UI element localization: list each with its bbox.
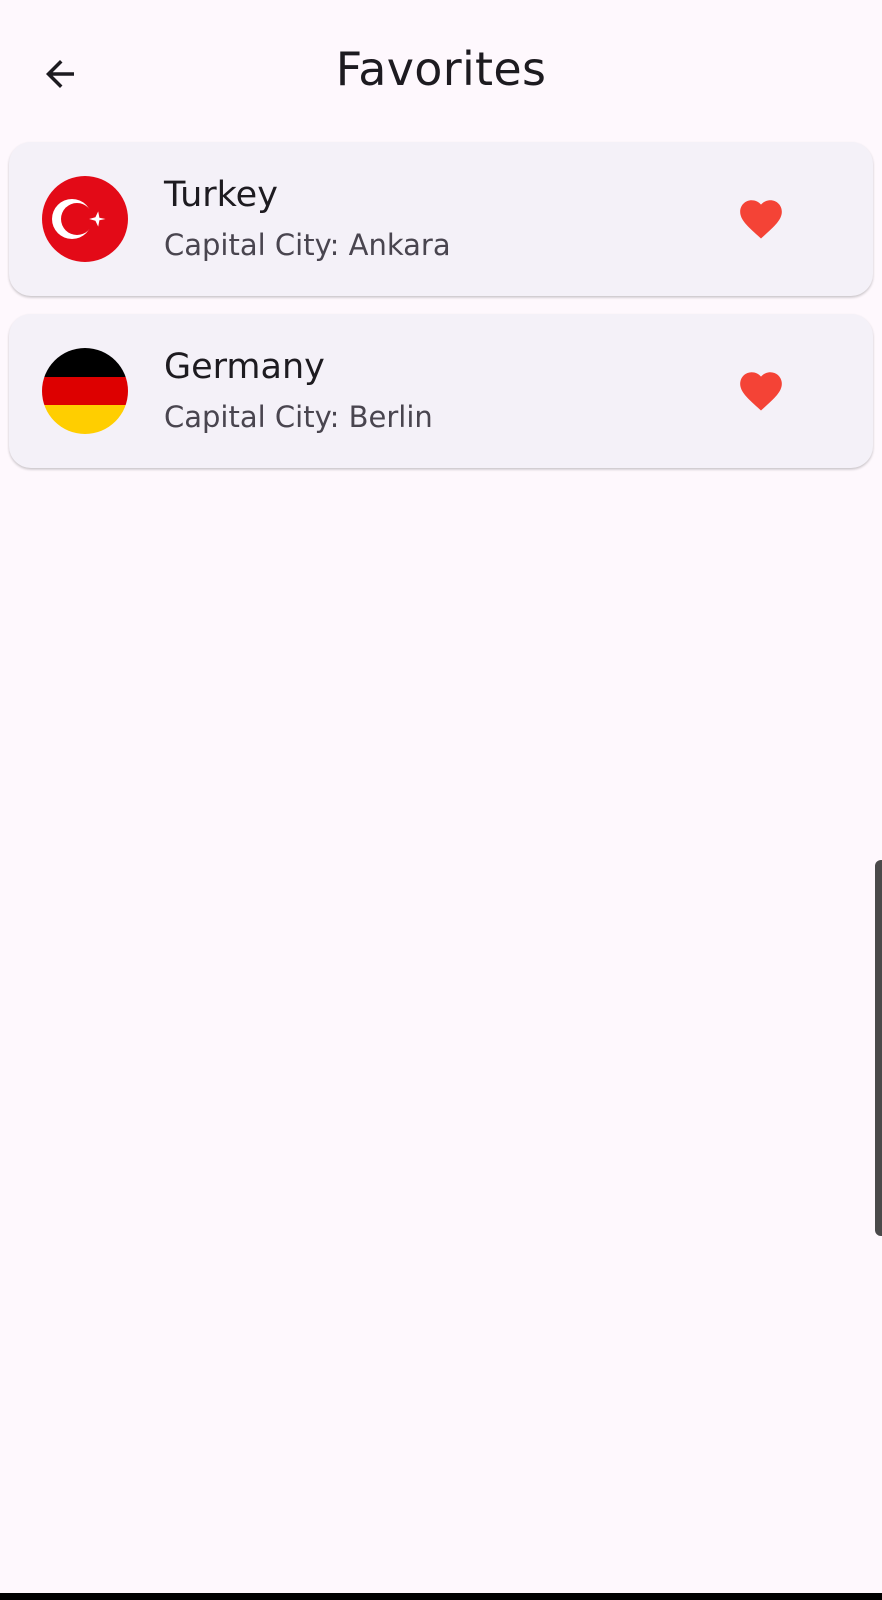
list-item[interactable]: Turkey Capital City: Ankara [9,142,873,296]
favorites-list: Turkey Capital City: Ankara Germany Capi… [9,142,873,486]
germany-flag-icon [42,348,128,434]
page-title: Favorites [335,42,547,96]
favorite-toggle-button[interactable] [734,192,788,246]
turkey-flag-icon [42,176,128,262]
bottom-edge-bar [0,1593,882,1600]
favorite-toggle-button[interactable] [734,364,788,418]
capital-city: Capital City: Ankara [164,228,451,262]
heart-icon [740,372,782,411]
app-bar: Favorites [0,0,882,150]
country-name: Germany [164,347,325,387]
list-item[interactable]: Germany Capital City: Berlin [9,314,873,468]
country-name: Turkey [164,175,278,215]
capital-city: Capital City: Berlin [164,400,433,434]
scrollbar[interactable] [875,860,882,1236]
heart-icon [740,200,782,239]
